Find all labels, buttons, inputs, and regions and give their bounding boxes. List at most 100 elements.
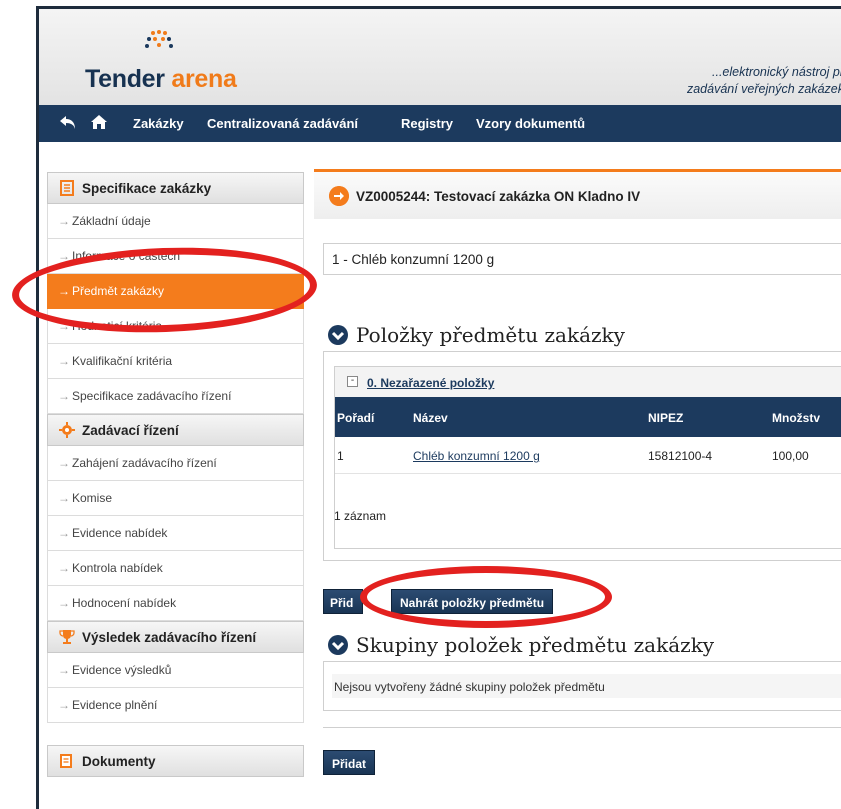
table-header: Pořadí Název NIPEZ Množstv <box>335 397 841 437</box>
items-table: - 0. Nezařazené položky Pořadí Název NIP… <box>334 366 841 549</box>
logo[interactable]: Tender arena <box>85 65 237 94</box>
sidebar-section-dokumenty[interactable]: Dokumenty <box>47 745 304 777</box>
item-name-link[interactable]: Chléb konzumní 1200 g <box>413 449 540 463</box>
nav-item-centralizovana[interactable]: Centralizovaná zadávání <box>207 116 358 131</box>
collapse-icon[interactable]: - <box>347 376 358 387</box>
arrow-right-icon: → <box>58 698 70 712</box>
arrow-right-icon: → <box>58 284 70 298</box>
header: Tender arena ...elektronický nástroj pr … <box>39 9 841 105</box>
sidebar-item-informace-o-castech[interactable]: → Informace o částech <box>47 239 304 274</box>
sidebar-item-label: Evidence výsledků <box>72 663 172 677</box>
arrow-right-icon: → <box>58 389 70 403</box>
sidebar-item-zahajeni[interactable]: → Zahájení zadávacího řízení <box>47 446 304 481</box>
section-title-polozky[interactable]: Položky předmětu zakázky <box>328 323 625 347</box>
sidebar-item-label: Komise <box>72 491 113 505</box>
arrow-right-icon: → <box>58 491 70 505</box>
empty-message: Nejsou vytvořeny žádné skupiny položek p… <box>332 674 841 698</box>
part-select[interactable]: 1 - Chléb konzumní 1200 g <box>323 243 841 275</box>
sidebar-section-label: Dokumenty <box>82 754 156 769</box>
sidebar-item-label: Informace o částech <box>72 249 181 263</box>
sidebar-item-kontrola-nabidek[interactable]: → Kontrola nabídek <box>47 551 304 586</box>
sidebar-section-label: Zadávací řízení <box>82 423 179 438</box>
arrow-right-icon: → <box>58 663 70 677</box>
add-item-button[interactable]: Přid <box>323 589 363 614</box>
sidebar-item-evidence-nabidek[interactable]: → Evidence nabídek <box>47 516 304 551</box>
sidebar-item-hodnotici-kriteria[interactable]: → Hodnoticí kritéria <box>47 309 304 344</box>
arrow-right-icon: → <box>58 354 70 368</box>
sidebar-item-label: Kvalifikační kritéria <box>72 354 173 368</box>
sidebar-section-label: Specifikace zakázky <box>82 181 212 196</box>
nav-item-zakazky[interactable]: Zakázky <box>133 116 184 131</box>
cell-order: 1 <box>337 449 344 463</box>
home-icon[interactable] <box>90 113 108 131</box>
sidebar-item-label: Specifikace zadávacího řízení <box>72 389 232 403</box>
arrow-right-icon: → <box>58 319 70 333</box>
sidebar-item-zakladni-udaje[interactable]: → Základní údaje <box>47 204 304 239</box>
cell-quantity: 100,00 <box>772 449 809 463</box>
section-title-text: Položky předmětu zakázky <box>356 323 625 347</box>
chevron-down-circle-icon <box>328 325 348 345</box>
section-title-skupiny[interactable]: Skupiny položek předmětu zakázky <box>328 633 714 657</box>
sidebar-section-label: Výsledek zadávacího řízení <box>82 630 257 645</box>
column-header[interactable]: Pořadí <box>337 411 374 425</box>
tender-title-panel: VZ0005244: Testovací zakázka ON Kladno I… <box>314 169 841 219</box>
nav-item-registry[interactable]: Registry <box>401 116 453 131</box>
sidebar-item-label: Hodnoticí kritéria <box>72 319 163 333</box>
sidebar-item-komise[interactable]: → Komise <box>47 481 304 516</box>
sidebar: Specifikace zakázky → Základní údaje → Inf… <box>47 172 304 777</box>
groups-panel: Nejsou vytvořeny žádné skupiny položek p… <box>323 661 841 711</box>
sidebar-section-zadavaci-rizeni[interactable]: Zadávací řízení <box>47 414 304 446</box>
sidebar-section-specifikace[interactable]: Specifikace zakázky <box>47 172 304 204</box>
group-row[interactable]: - 0. Nezařazené položky <box>335 367 841 398</box>
main-nav: Zakázky Centralizovaná zadávání Registry… <box>39 105 841 142</box>
tagline-line-2: zadávání veřejných zakázek <box>686 82 841 96</box>
sidebar-item-specifikace-rizeni[interactable]: → Specifikace zadávacího řízení <box>47 379 304 414</box>
items-panel: - 0. Nezařazené položky Pořadí Název NIP… <box>323 351 841 561</box>
back-arrow-icon[interactable] <box>59 113 77 131</box>
sidebar-item-kvalifikacni-kriteria[interactable]: → Kvalifikační kritéria <box>47 344 304 379</box>
sidebar-item-evidence-plneni[interactable]: → Evidence plnění <box>47 688 304 723</box>
tagline: ...elektronický nástroj pr zadávání veře… <box>687 64 841 98</box>
empty-message-text: Nejsou vytvořeny žádné skupiny položek p… <box>334 680 605 694</box>
arrow-right-icon: → <box>58 456 70 470</box>
logo-primary: Tender <box>85 65 165 93</box>
logo-dots-icon <box>145 30 173 48</box>
group-label[interactable]: 0. Nezařazené položky <box>367 376 494 390</box>
arrow-right-icon: → <box>58 249 70 263</box>
page-title: VZ0005244: Testovací zakázka ON Kladno I… <box>356 189 641 204</box>
add-group-button[interactable]: Přidat <box>323 750 376 775</box>
column-header[interactable]: NIPEZ <box>648 411 683 425</box>
sidebar-item-label: Hodnocení nabídek <box>72 596 177 610</box>
sidebar-item-label: Evidence plnění <box>72 698 158 712</box>
nav-item-vzory[interactable]: Vzory dokumentů <box>476 116 585 131</box>
logo-accent: arena <box>171 65 237 93</box>
column-header[interactable]: Množstv <box>772 411 820 425</box>
arrow-right-icon: → <box>58 214 70 228</box>
chevron-down-circle-icon <box>328 635 348 655</box>
arrow-right-circle-icon <box>329 186 349 206</box>
section-title-text: Skupiny položek předmětu zakázky <box>356 633 715 657</box>
gear-icon <box>59 422 75 438</box>
app-window: Tender arena ...elektronický nástroj pr … <box>36 6 841 809</box>
column-header[interactable]: Název <box>413 411 448 425</box>
sidebar-item-label: Kontrola nabídek <box>72 561 163 575</box>
cell-nipez: 15812100-4 <box>648 449 713 463</box>
documents-icon <box>60 754 72 768</box>
record-count: 1 záznam <box>334 509 387 523</box>
sidebar-item-label: Předmět zakázky <box>72 284 165 298</box>
sidebar-item-label: Základní údaje <box>72 214 151 228</box>
arrow-right-icon: → <box>58 561 70 575</box>
trophy-icon <box>59 630 75 644</box>
sidebar-item-evidence-vysledku[interactable]: → Evidence výsledků <box>47 653 304 688</box>
sidebar-item-hodnoceni-nabidek[interactable]: → Hodnocení nabídek <box>47 586 304 621</box>
arrow-right-icon: → <box>58 526 70 540</box>
upload-items-button[interactable]: Nahrát položky předmětu <box>391 589 554 614</box>
sidebar-section-vysledek[interactable]: Výsledek zadávacího řízení <box>47 621 304 653</box>
arrow-right-icon: → <box>58 596 70 610</box>
divider <box>323 727 841 728</box>
document-icon <box>60 180 74 196</box>
table-row: 1 Chléb konzumní 1200 g 15812100-4 100,0… <box>335 437 841 474</box>
tagline-line-1: ...elektronický nástroj pr <box>712 65 841 79</box>
sidebar-item-predmet-zakazky[interactable]: → Předmět zakázky <box>47 274 304 309</box>
sidebar-item-label: Evidence nabídek <box>72 526 168 540</box>
